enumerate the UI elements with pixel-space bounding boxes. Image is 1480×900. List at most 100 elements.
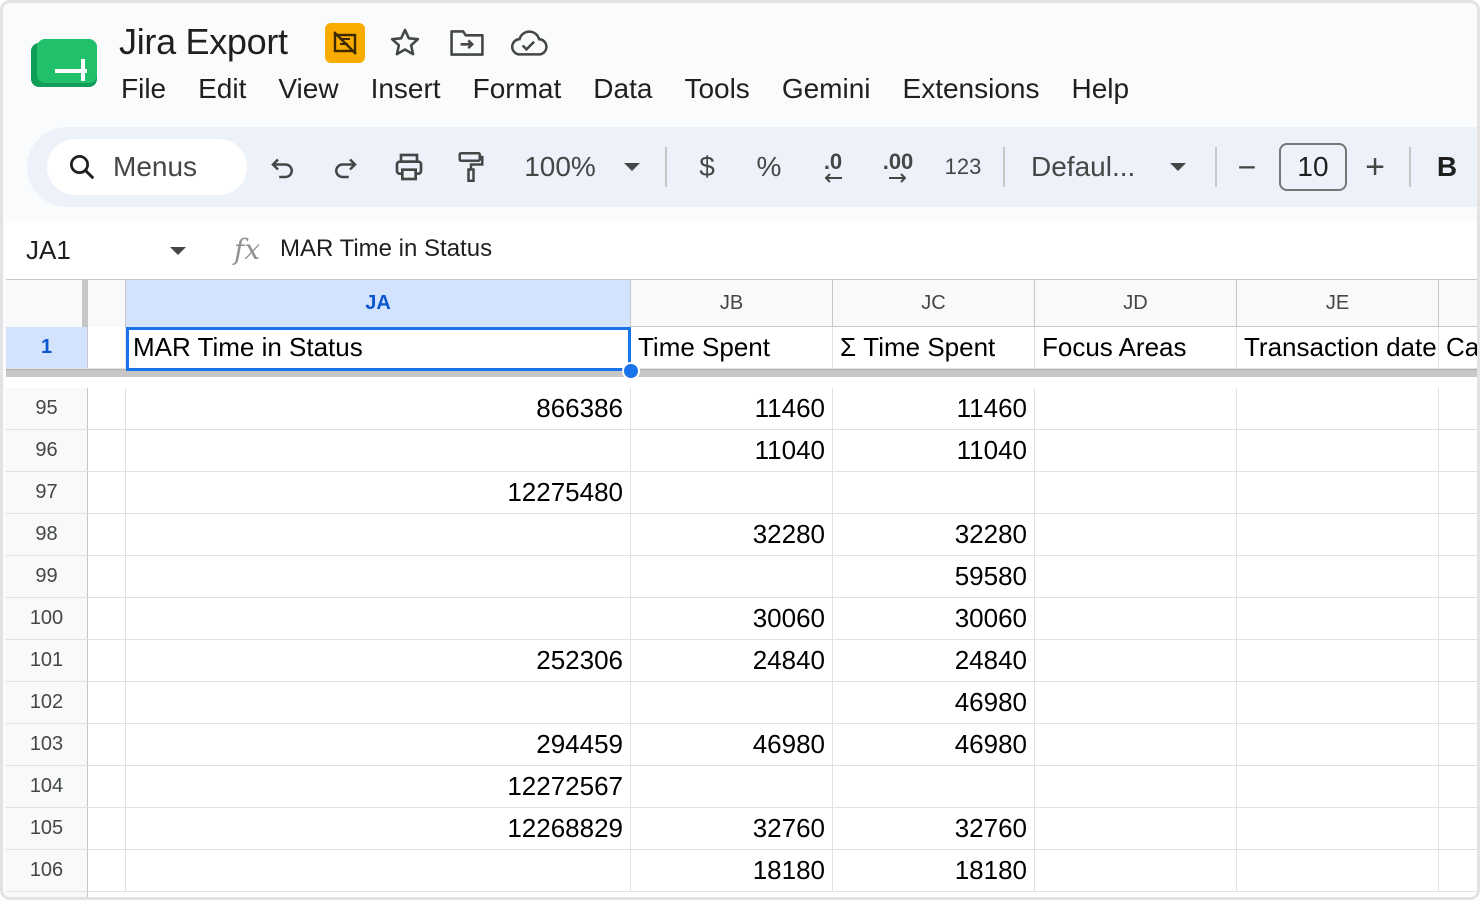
star-icon[interactable]: [383, 23, 427, 63]
cell-next[interactable]: [1439, 808, 1477, 849]
cell-jb[interactable]: 46980: [631, 724, 833, 765]
redo-button[interactable]: [323, 141, 367, 193]
row-header[interactable]: 106: [6, 850, 88, 891]
row-header[interactable]: 100: [6, 598, 88, 639]
cell-jb1[interactable]: Time Spent: [631, 327, 833, 368]
column-header-jc[interactable]: JC: [833, 280, 1035, 327]
policy-badge-icon[interactable]: [325, 23, 365, 63]
cell-ja[interactable]: [126, 514, 631, 555]
cell-jd[interactable]: [1035, 556, 1237, 597]
cloud-status-icon[interactable]: [507, 23, 551, 63]
cell-ja[interactable]: [126, 598, 631, 639]
menu-file[interactable]: File: [121, 71, 182, 107]
cell-jd[interactable]: [1035, 472, 1237, 513]
cell-jc[interactable]: 24840: [833, 640, 1035, 681]
document-title[interactable]: Jira Export: [119, 21, 288, 63]
column-header-ja[interactable]: JA: [126, 280, 631, 327]
cell-jd[interactable]: [1035, 808, 1237, 849]
cell-ja[interactable]: 12275480: [126, 472, 631, 513]
row-header[interactable]: 96: [6, 430, 88, 471]
cell-je[interactable]: [1237, 430, 1439, 471]
cell-jb[interactable]: 11460: [631, 388, 833, 429]
menu-gemini[interactable]: Gemini: [766, 71, 887, 107]
cell-jc1[interactable]: Σ Time Spent: [833, 327, 1035, 368]
move-to-folder-icon[interactable]: [445, 23, 489, 63]
row-header[interactable]: 95: [6, 388, 88, 429]
cell-je[interactable]: [1237, 598, 1439, 639]
cell-ja[interactable]: [126, 850, 631, 891]
column-header-jb[interactable]: JB: [631, 280, 833, 327]
cell-jc[interactable]: [833, 472, 1035, 513]
cell-jd[interactable]: [1035, 724, 1237, 765]
cell-jb[interactable]: 24840: [631, 640, 833, 681]
cell-je[interactable]: [1237, 766, 1439, 807]
fill-handle[interactable]: [622, 362, 640, 380]
cell-ja[interactable]: 12272567: [126, 766, 631, 807]
more-formats-button[interactable]: 123: [939, 141, 987, 193]
cell-jc[interactable]: 46980: [833, 682, 1035, 723]
cell-ja[interactable]: [126, 556, 631, 597]
cell-jc[interactable]: 32280: [833, 514, 1035, 555]
font-size-input[interactable]: 10: [1279, 143, 1347, 191]
cell-ja1[interactable]: MAR Time in Status: [126, 327, 631, 368]
cell-jd[interactable]: [1035, 514, 1237, 555]
name-box-dropdown-icon[interactable]: [170, 247, 186, 255]
cell-ja[interactable]: 252306: [126, 640, 631, 681]
select-all-corner[interactable]: [6, 280, 88, 327]
cell-jd1[interactable]: Focus Areas: [1035, 327, 1237, 368]
name-box[interactable]: JA1: [26, 235, 71, 266]
cell-je[interactable]: [1237, 850, 1439, 891]
cell-jb[interactable]: 11040: [631, 430, 833, 471]
cell-jc[interactable]: 18180: [833, 850, 1035, 891]
cell-jb[interactable]: 32760: [631, 808, 833, 849]
cell-jc[interactable]: 46980: [833, 724, 1035, 765]
cell-next[interactable]: [1439, 556, 1477, 597]
menu-help[interactable]: Help: [1055, 71, 1145, 107]
font-family-select[interactable]: Defaul...: [1031, 141, 1143, 193]
currency-format-button[interactable]: $: [687, 141, 727, 193]
cell-jd[interactable]: [1035, 388, 1237, 429]
cell-jd[interactable]: [1035, 430, 1237, 471]
row-header[interactable]: 97: [6, 472, 88, 513]
cell-next[interactable]: [1439, 724, 1477, 765]
zoom-dropdown-arrow-icon[interactable]: [617, 141, 647, 193]
percent-format-button[interactable]: %: [749, 141, 789, 193]
cell-jb[interactable]: [631, 472, 833, 513]
menu-extensions[interactable]: Extensions: [887, 71, 1056, 107]
decrease-decimals-button[interactable]: .0: [811, 141, 855, 193]
print-button[interactable]: [387, 141, 431, 193]
menu-data[interactable]: Data: [577, 71, 668, 107]
column-header-next[interactable]: [1439, 280, 1477, 327]
cell-je[interactable]: [1237, 472, 1439, 513]
cell-je[interactable]: [1237, 388, 1439, 429]
menu-insert[interactable]: Insert: [355, 71, 457, 107]
row-header[interactable]: [6, 892, 88, 897]
font-dropdown-arrow-icon[interactable]: [1163, 141, 1193, 193]
cell-jb[interactable]: 32280: [631, 514, 833, 555]
cell-next[interactable]: [1439, 766, 1477, 807]
cell-jc[interactable]: 11460: [833, 388, 1035, 429]
cell-je[interactable]: [1237, 682, 1439, 723]
increase-decimals-button[interactable]: .00: [873, 141, 923, 193]
bold-button[interactable]: B: [1427, 141, 1467, 193]
cell-je[interactable]: [1237, 724, 1439, 765]
cell-jc[interactable]: [833, 766, 1035, 807]
row-header[interactable]: 104: [6, 766, 88, 807]
search-menus-input[interactable]: Menus: [47, 139, 247, 195]
cell-jb[interactable]: [631, 766, 833, 807]
row-header[interactable]: 99: [6, 556, 88, 597]
menu-format[interactable]: Format: [457, 71, 578, 107]
cell-jc[interactable]: 59580: [833, 556, 1035, 597]
column-header-je[interactable]: JE: [1237, 280, 1439, 327]
cell-je[interactable]: [1237, 556, 1439, 597]
cell-jb[interactable]: 18180: [631, 850, 833, 891]
cell-jb[interactable]: [631, 556, 833, 597]
increase-font-size-button[interactable]: +: [1355, 141, 1395, 193]
cell-next[interactable]: [1439, 514, 1477, 555]
cell-ja[interactable]: [126, 682, 631, 723]
cell-jb[interactable]: 30060: [631, 598, 833, 639]
zoom-select[interactable]: 100%: [515, 141, 605, 193]
cell-jd[interactable]: [1035, 640, 1237, 681]
row-header[interactable]: 102: [6, 682, 88, 723]
menu-tools[interactable]: Tools: [668, 71, 765, 107]
